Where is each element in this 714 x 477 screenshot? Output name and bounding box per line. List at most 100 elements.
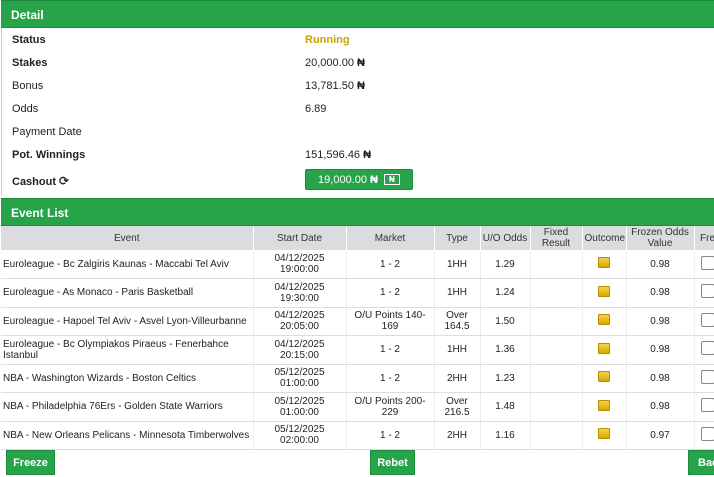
event-name: Euroleague - Bc Olympiakos Piraeus - Fen… xyxy=(1,335,254,365)
stakes-value: 20,000.00 ₦ xyxy=(305,57,365,69)
back-button[interactable]: Back xyxy=(688,450,714,475)
odds-label: Odds xyxy=(12,103,39,115)
pending-outcome-icon xyxy=(598,399,610,411)
freeze-cell xyxy=(694,250,714,279)
time: 19:00:00 xyxy=(280,264,319,275)
bonus-label: Bonus xyxy=(12,80,44,92)
type: 2HH xyxy=(434,364,481,393)
uo-odds: 1.16 xyxy=(480,421,531,450)
cashout-label: Cashout ⟳ xyxy=(12,174,69,188)
table-header-row: Event Start Date Market Type U/O Odds Fi… xyxy=(1,226,714,250)
stakes-amount: 20,000.00 xyxy=(305,57,354,69)
uo-odds: 1.50 xyxy=(480,307,531,336)
freeze-checkbox[interactable] xyxy=(700,341,714,356)
freeze-checkbox[interactable] xyxy=(700,284,714,299)
frozen-odds: 0.98 xyxy=(626,364,695,393)
pending-outcome-icon xyxy=(598,314,610,326)
freeze-cell xyxy=(694,278,714,308)
naira-icon: ₦ xyxy=(356,80,365,92)
fixed-result xyxy=(530,250,583,279)
fixed-result xyxy=(530,364,583,393)
date: 05/12/2025 xyxy=(274,395,325,407)
event-name: NBA - Philadelphia 76Ers - Golden State … xyxy=(1,392,254,422)
status-row: Status Running xyxy=(2,31,714,51)
frozen-odds: 0.98 xyxy=(626,278,695,308)
freeze-button[interactable]: Freeze xyxy=(6,450,55,475)
event-list-header: Event List xyxy=(1,198,714,226)
date: 04/12/2025 xyxy=(274,281,325,293)
col-frozen-odds: Frozen Odds Value xyxy=(626,226,695,250)
refresh-icon[interactable]: ⟳ xyxy=(59,174,69,188)
pending-outcome-icon xyxy=(598,428,610,440)
outcome xyxy=(582,335,627,365)
start-date: 04/12/2025 19:30:00 xyxy=(253,278,347,308)
table-row: Euroleague - Hapoel Tel Aviv - Asvel Lyo… xyxy=(1,307,714,336)
bonus-row: Bonus 13,781.50 ₦ xyxy=(2,77,714,97)
bonus-amount: 13,781.50 xyxy=(305,80,354,92)
freeze-checkbox[interactable] xyxy=(700,312,714,327)
freeze-checkbox[interactable] xyxy=(700,255,714,270)
time: 19:30:00 xyxy=(280,292,319,304)
freeze-checkbox[interactable] xyxy=(700,426,714,441)
start-date: 04/12/2025 20:15:00 xyxy=(253,335,347,365)
outcome xyxy=(582,278,627,308)
frozen-odds: 0.98 xyxy=(626,392,695,422)
stakes-row: Stakes 20,000.00 ₦ xyxy=(2,54,714,74)
freeze-cell xyxy=(694,364,714,393)
table-row: NBA - New Orleans Pelicans - Minnesota T… xyxy=(1,421,714,450)
fixed-result xyxy=(530,392,583,422)
fixed-result xyxy=(530,307,583,336)
freeze-checkbox[interactable] xyxy=(700,369,714,384)
time: 01:00:00 xyxy=(280,406,319,418)
freeze-cell xyxy=(694,335,714,365)
type: 2HH xyxy=(434,421,481,450)
event-name: Euroleague - Hapoel Tel Aviv - Asvel Lyo… xyxy=(1,307,254,336)
pending-outcome-icon xyxy=(598,371,610,383)
pending-outcome-icon xyxy=(598,342,610,354)
stakes-label: Stakes xyxy=(12,57,48,69)
status-value: Running xyxy=(305,34,350,46)
cashout-amount: 19,000.00 xyxy=(318,173,367,186)
col-outcome: Outcome xyxy=(582,226,627,250)
col-uo-odds: U/O Odds xyxy=(480,226,531,250)
uo-odds: 1.29 xyxy=(480,250,531,279)
pot-winnings-row: Pot. Winnings 151,596.46 ₦ xyxy=(2,146,714,166)
table-row: NBA - Washington Wizards - Boston Celtic… xyxy=(1,364,714,393)
type: Over 164.5 xyxy=(434,307,481,336)
type: 1HH xyxy=(434,250,481,279)
type: 1HH xyxy=(434,335,481,365)
time: 01:00:00 xyxy=(280,378,319,390)
naira-icon: ₦ xyxy=(363,149,372,161)
col-type: Type xyxy=(434,226,481,250)
uo-odds: 1.48 xyxy=(480,392,531,422)
naira-icon: ₦ xyxy=(356,57,365,69)
table-row: NBA - Philadelphia 76Ers - Golden State … xyxy=(1,392,714,422)
outcome xyxy=(582,307,627,336)
start-date: 05/12/2025 02:00:00 xyxy=(253,421,347,450)
outcome xyxy=(582,364,627,393)
rebet-button[interactable]: Rebet xyxy=(370,450,415,475)
pending-outcome-icon xyxy=(598,257,610,268)
cashout-label-text: Cashout xyxy=(12,176,56,188)
payment-date-label: Payment Date xyxy=(12,126,82,138)
type: 1HH xyxy=(434,278,481,308)
event-name: NBA - New Orleans Pelicans - Minnesota T… xyxy=(1,421,254,450)
event-name: Euroleague - Bc Zalgiris Kaunas - Maccab… xyxy=(1,250,254,279)
uo-odds: 1.24 xyxy=(480,278,531,308)
market: 1 - 2 xyxy=(346,335,435,365)
payment-date-row: Payment Date xyxy=(2,123,714,143)
freeze-cell xyxy=(694,392,714,422)
freeze-cell xyxy=(694,421,714,450)
cashout-button[interactable]: 19,000.00 ₦ ₦ xyxy=(305,169,413,190)
odds-value: 6.89 xyxy=(305,103,327,115)
uo-odds: 1.23 xyxy=(480,364,531,393)
frozen-odds: 0.98 xyxy=(626,307,695,336)
start-date: 05/12/2025 01:00:00 xyxy=(253,392,347,422)
col-freeze: Fre xyxy=(694,226,714,250)
type: Over 216.5 xyxy=(434,392,481,422)
odds-row: Odds 6.89 xyxy=(2,100,714,120)
detail-panel: Status Running Stakes 20,000.00 ₦ Bonus 1… xyxy=(1,28,714,196)
freeze-checkbox[interactable] xyxy=(700,398,714,413)
outcome xyxy=(582,250,627,279)
frozen-odds: 0.97 xyxy=(626,421,695,450)
